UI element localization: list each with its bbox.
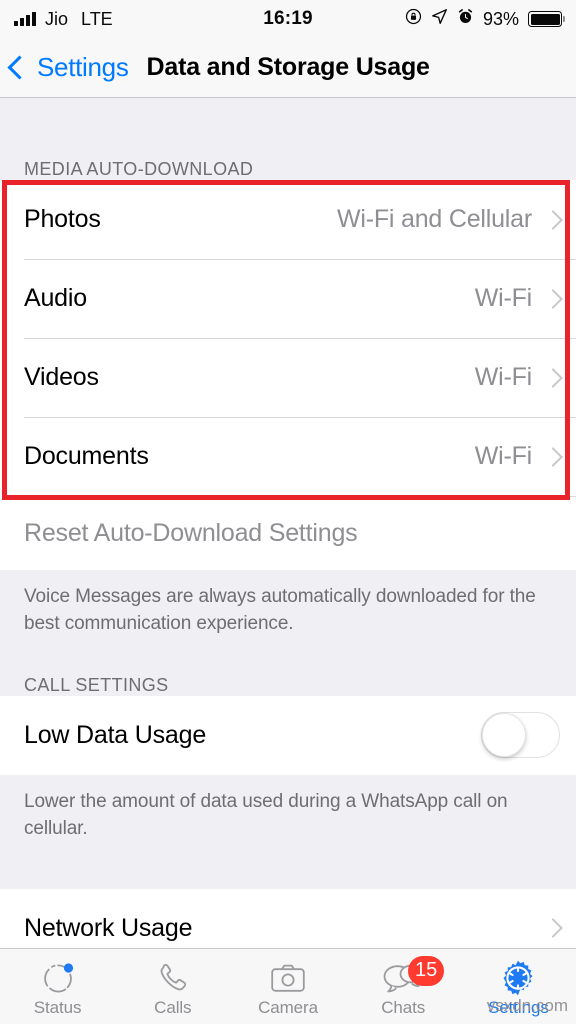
gear-icon bbox=[499, 960, 537, 996]
page-title: Data and Storage Usage bbox=[146, 53, 430, 81]
row-videos-label: Videos bbox=[24, 363, 99, 391]
chevron-right-icon bbox=[543, 209, 563, 230]
tab-camera[interactable]: Camera bbox=[230, 949, 345, 1024]
tab-settings-label: Settings bbox=[488, 997, 549, 1017]
chevron-left-icon bbox=[7, 55, 32, 80]
row-reset-auto-download-label: Reset Auto-Download Settings bbox=[24, 518, 358, 547]
low-data-usage-footnote: Lower the amount of data used during a W… bbox=[24, 790, 508, 839]
row-videos-value: Wi-Fi bbox=[474, 363, 533, 391]
back-button[interactable]: Settings bbox=[7, 52, 129, 83]
signal-bars-icon bbox=[14, 12, 36, 26]
tab-status[interactable]: Status bbox=[0, 949, 115, 1024]
chevron-right-icon bbox=[543, 367, 563, 388]
rotation-lock-icon bbox=[405, 8, 422, 31]
row-audio-label: Audio bbox=[24, 284, 87, 312]
media-auto-download-group: Photos Wi-Fi and Cellular Audio Wi-Fi Vi… bbox=[0, 180, 576, 570]
chevron-right-icon bbox=[543, 918, 563, 939]
row-low-data-usage-label: Low Data Usage bbox=[24, 720, 207, 749]
status-ring-icon bbox=[40, 960, 76, 996]
location-arrow-icon bbox=[431, 8, 448, 31]
tab-calls-label: Calls bbox=[154, 997, 192, 1017]
battery-icon bbox=[528, 11, 565, 27]
navigation-bar: Settings Data and Storage Usage bbox=[0, 38, 576, 98]
status-bar-left: Jio LTE bbox=[14, 9, 113, 30]
row-low-data-usage[interactable]: Low Data Usage bbox=[0, 695, 576, 775]
voice-messages-footnote: Voice Messages are always automatically … bbox=[24, 586, 536, 634]
call-settings-header: CALL SETTINGS bbox=[24, 674, 169, 695]
alarm-clock-icon bbox=[457, 8, 474, 31]
row-documents-value: Wi-Fi bbox=[474, 442, 533, 470]
chevron-right-icon bbox=[543, 288, 563, 309]
media-auto-download-header: MEDIA AUTO-DOWNLOAD bbox=[24, 159, 254, 179]
phone-icon bbox=[156, 960, 190, 996]
row-reset-auto-download[interactable]: Reset Auto-Download Settings bbox=[0, 496, 576, 570]
row-audio-value: Wi-Fi bbox=[474, 284, 533, 312]
row-photos-value: Wi-Fi and Cellular bbox=[336, 205, 532, 233]
row-videos[interactable]: Videos Wi-Fi bbox=[0, 338, 576, 417]
chevron-right-icon bbox=[543, 446, 563, 467]
tab-chats-label: Chats bbox=[381, 997, 426, 1017]
tab-chats[interactable]: 15 Chats bbox=[346, 949, 461, 1024]
tab-settings[interactable]: Settings bbox=[461, 949, 576, 1024]
back-button-label: Settings bbox=[37, 52, 129, 82]
toggle-knob bbox=[481, 712, 526, 757]
carrier-label: Jio bbox=[45, 8, 69, 29]
status-bar-right: 93% bbox=[405, 8, 565, 31]
battery-percent-label: 93% bbox=[482, 8, 519, 29]
row-documents-label: Documents bbox=[24, 442, 149, 470]
row-audio[interactable]: Audio Wi-Fi bbox=[0, 259, 576, 338]
settings-content: MEDIA AUTO-DOWNLOAD Photos Wi-Fi and Cel… bbox=[0, 99, 576, 1024]
tab-status-label: Status bbox=[33, 997, 82, 1017]
tab-camera-label: Camera bbox=[258, 997, 318, 1017]
row-photos-label: Photos bbox=[24, 205, 101, 233]
camera-icon bbox=[270, 960, 306, 996]
row-photos[interactable]: Photos Wi-Fi and Cellular bbox=[0, 180, 576, 259]
row-documents[interactable]: Documents Wi-Fi bbox=[0, 417, 576, 496]
low-data-usage-toggle[interactable] bbox=[481, 712, 560, 759]
chats-unread-badge: 15 bbox=[407, 955, 445, 986]
phone-screen: Jio LTE 16:19 93% Settings Data and Stor… bbox=[0, 0, 576, 1024]
tab-calls[interactable]: Calls bbox=[115, 949, 230, 1024]
status-bar: Jio LTE 16:19 93% bbox=[0, 0, 576, 38]
row-network-usage-label: Network Usage bbox=[24, 913, 193, 942]
network-type-label: LTE bbox=[81, 8, 113, 29]
chat-bubbles-icon: 15 bbox=[382, 955, 445, 996]
call-settings-group: Low Data Usage bbox=[0, 695, 576, 775]
tab-bar: Status Calls Camera 15 Chats Settings bbox=[0, 948, 576, 1024]
